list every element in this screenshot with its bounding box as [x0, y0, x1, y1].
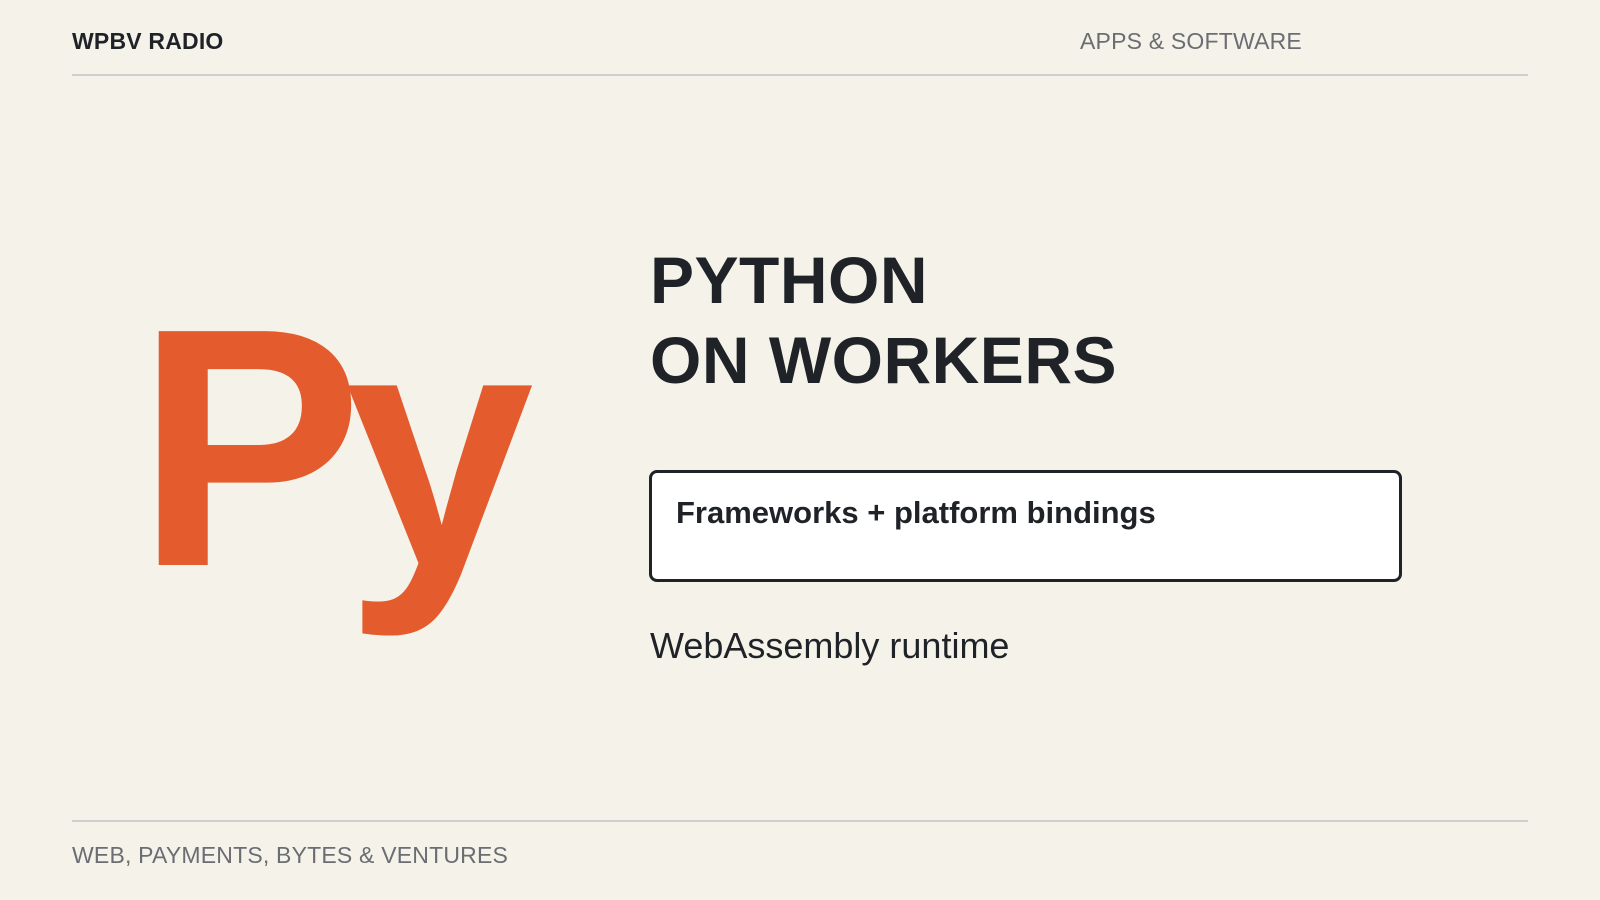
title-line-1: PYTHON — [650, 243, 929, 317]
footer-bar: WEB, PAYMENTS, BYTES & VENTURES — [72, 820, 1528, 900]
section-label: APPS & SOFTWARE — [1080, 28, 1302, 54]
runtime-subtitle: WebAssembly runtime — [650, 625, 1010, 666]
header-bar: WPBV RADIO APPS & SOFTWARE — [72, 0, 1528, 76]
title-line-2: ON WORKERS — [650, 323, 1117, 397]
highlight-box: Frameworks + platform bindings — [649, 470, 1402, 582]
highlight-label: Frameworks + platform bindings — [676, 495, 1156, 530]
brand-name: WPBV RADIO — [72, 28, 224, 54]
page-title: PYTHON ON WORKERS — [650, 240, 1117, 400]
footer-text: WEB, PAYMENTS, BYTES & VENTURES — [72, 842, 509, 868]
python-logo-mark: Py — [136, 258, 534, 638]
